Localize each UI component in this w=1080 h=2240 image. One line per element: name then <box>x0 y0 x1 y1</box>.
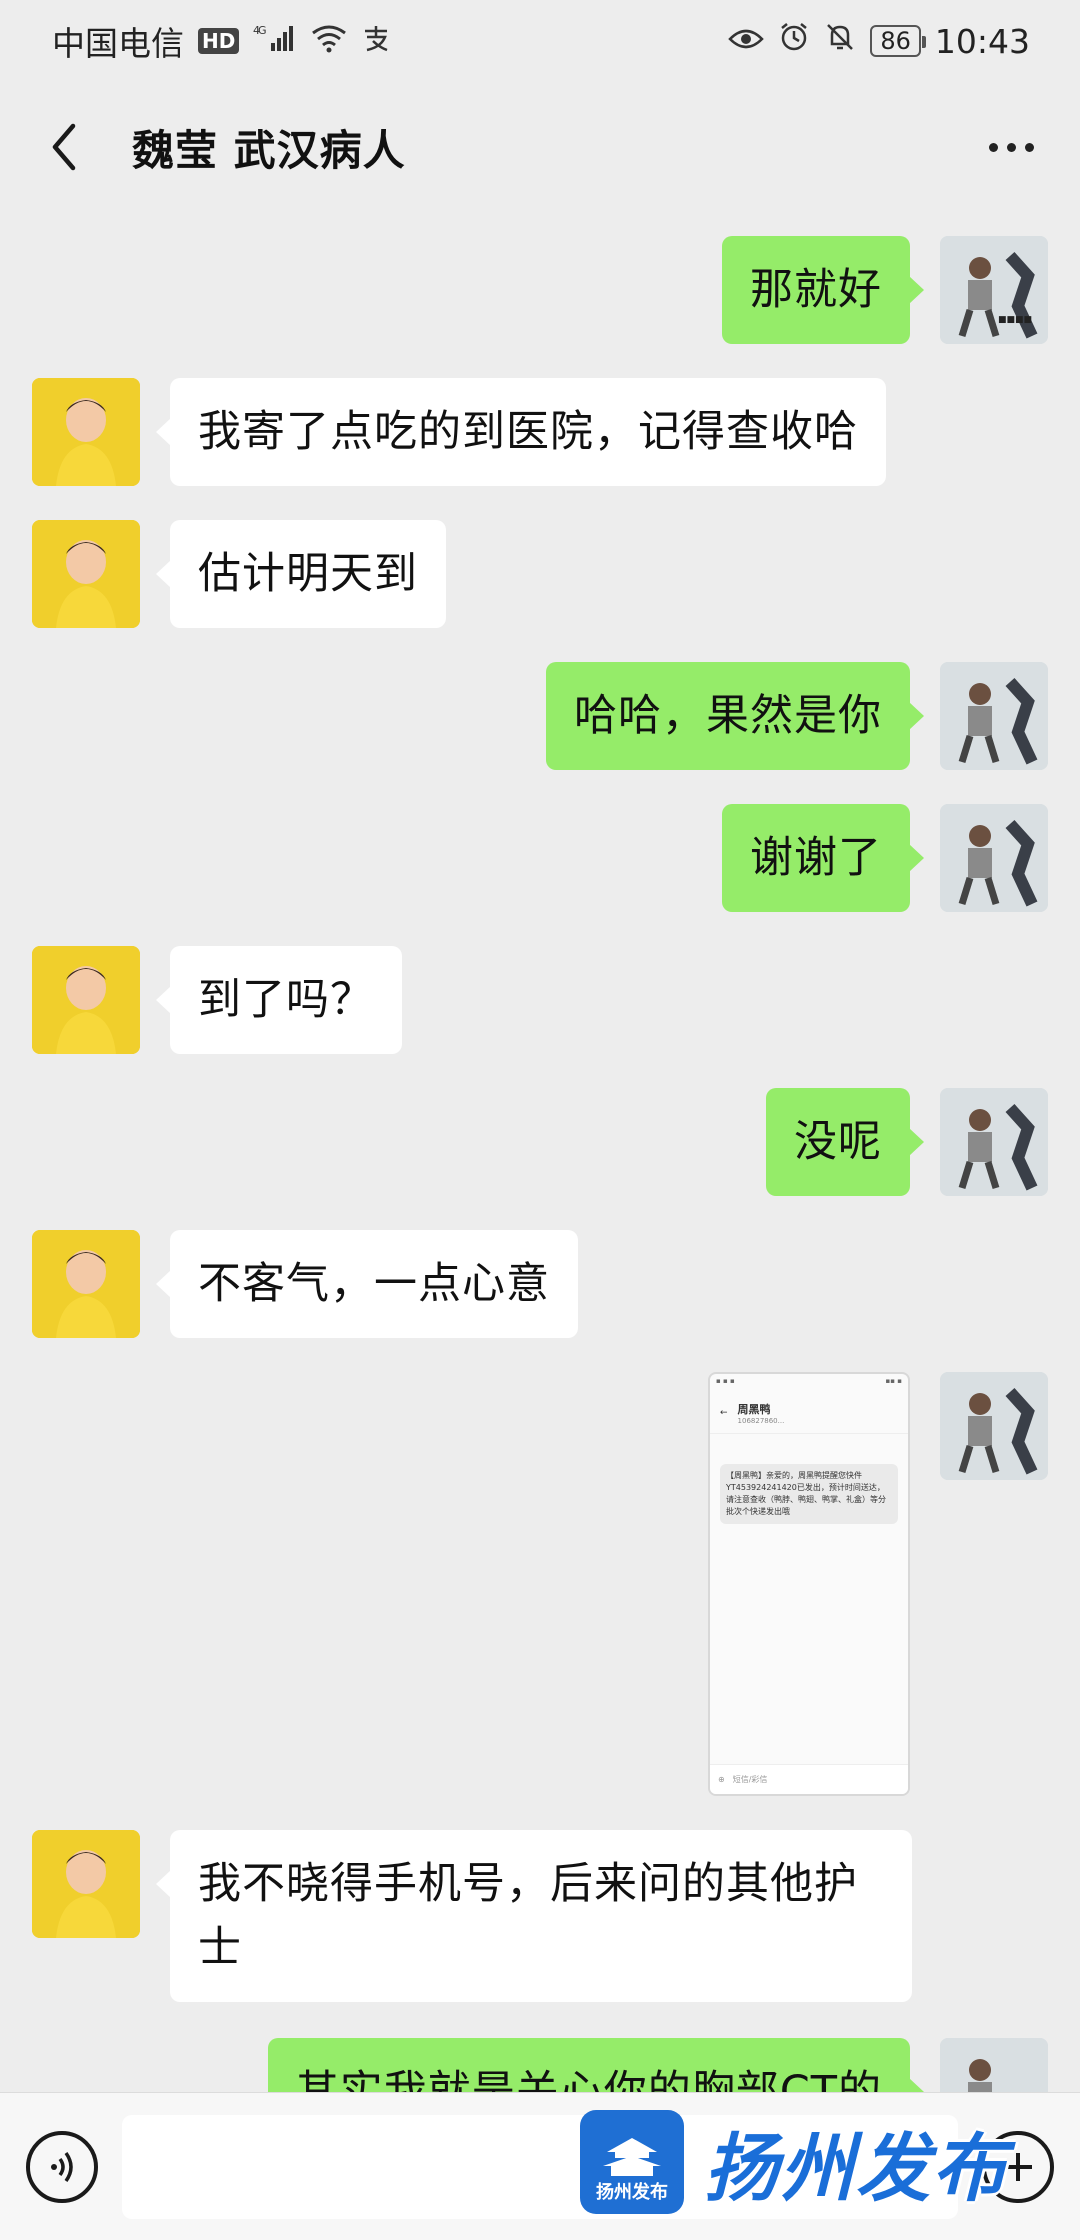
voice-button[interactable] <box>26 2130 98 2203</box>
my-avatar[interactable] <box>940 1088 1048 1196</box>
chat-title: 魏莹 武汉病人 <box>132 125 406 175</box>
message-bubble[interactable]: 我寄了点吃的到医院，记得查收哈 <box>156 378 886 486</box>
eye-icon <box>728 22 765 61</box>
pagoda-icon <box>603 2138 661 2176</box>
sms-add-icon: ⊕ <box>718 1775 725 1784</box>
chat-header: 魏莹 武汉病人 <box>0 82 1080 212</box>
contact-avatar[interactable] <box>32 946 140 1054</box>
contact-avatar[interactable] <box>32 1830 140 1938</box>
sms-input: ⊕ 短信/彩信 <box>710 1764 908 1794</box>
my-avatar[interactable] <box>940 804 1048 912</box>
watermark-brand: 扬州发布 <box>704 2125 1008 2212</box>
sms-contact: 周黑鸭 <box>737 1402 771 1416</box>
carrier-label: 中国电信 <box>52 24 184 63</box>
voice-icon <box>51 2151 73 2182</box>
message-bubble[interactable]: 到了吗？ <box>156 946 402 1054</box>
sms-number: 106827860... <box>737 1416 785 1425</box>
message-bubble[interactable]: 谢谢了 <box>722 804 924 912</box>
battery-indicator: 86 <box>870 25 926 57</box>
back-arrow-icon <box>52 123 76 171</box>
sms-header: ← 周黑鸭 106827860... <box>710 1392 908 1434</box>
alipay-icon <box>361 22 391 61</box>
more-button[interactable] <box>976 117 1046 177</box>
message-bubble[interactable]: 不客气，一点心意 <box>156 1230 578 1338</box>
bell-off-icon <box>824 21 856 61</box>
image-message[interactable]: ▪ ▪ ▪ ▪▪ ▪ ← 周黑鸭 106827860... 【周黑鸭】亲爱的，周黑… <box>708 1372 910 1796</box>
my-avatar[interactable]: ■■■■ <box>940 236 1048 344</box>
hd-badge: HD <box>198 28 240 54</box>
contact-avatar[interactable] <box>32 520 140 628</box>
message-bubble[interactable]: 估计明天到 <box>156 520 446 628</box>
message-list[interactable]: 那就好 ■■■■ 我寄了点吃的到医院，记得查收哈 估计明天到 哈哈，果然是你 谢… <box>0 212 1080 2092</box>
back-button[interactable] <box>34 117 94 177</box>
message-bubble[interactable]: 那就好 <box>722 236 924 344</box>
contact-avatar[interactable] <box>32 1230 140 1338</box>
alarm-icon <box>778 21 810 61</box>
my-avatar[interactable] <box>940 1372 1048 1480</box>
watermark-logo-text: 扬州发布 <box>596 2182 668 2203</box>
wifi-icon <box>311 22 347 61</box>
clock: 10:43 <box>934 21 1030 61</box>
signal-icon: 4G <box>253 23 297 59</box>
sms-status-bar: ▪ ▪ ▪ ▪▪ ▪ <box>716 1377 902 1385</box>
status-left: 中国电信 HD 4G <box>52 17 391 65</box>
svg-text:4G: 4G <box>253 24 266 37</box>
status-right: 86 10:43 <box>728 21 1030 61</box>
more-dots-icon <box>988 142 998 152</box>
watermark: 扬州发布 扬州发布 <box>580 2106 1040 2218</box>
sms-body: 【周黑鸭】亲爱的，周黑鸭提醒您快件YT453924241420已发出，预计时间送… <box>720 1464 898 1524</box>
watermark-logo: 扬州发布 <box>580 2110 684 2214</box>
sms-back-icon: ← <box>720 1407 728 1418</box>
my-avatar[interactable] <box>940 2038 1048 2092</box>
sms-input-placeholder: 短信/彩信 <box>732 1775 768 1784</box>
svg-text:■■■■: ■■■■ <box>998 315 1032 325</box>
message-bubble[interactable]: 没呢 <box>766 1088 924 1196</box>
my-avatar[interactable] <box>940 662 1048 770</box>
contact-avatar[interactable] <box>32 378 140 486</box>
status-bar: 中国电信 HD 4G 86 10:43 <box>0 0 1080 82</box>
message-bubble[interactable]: 我不晓得手机号，后来问的其他护士 <box>156 1830 912 2002</box>
message-bubble[interactable]: 其实我就是关心你的胸部CT的 <box>267 2038 925 2092</box>
message-bubble[interactable]: 哈哈，果然是你 <box>546 662 924 770</box>
